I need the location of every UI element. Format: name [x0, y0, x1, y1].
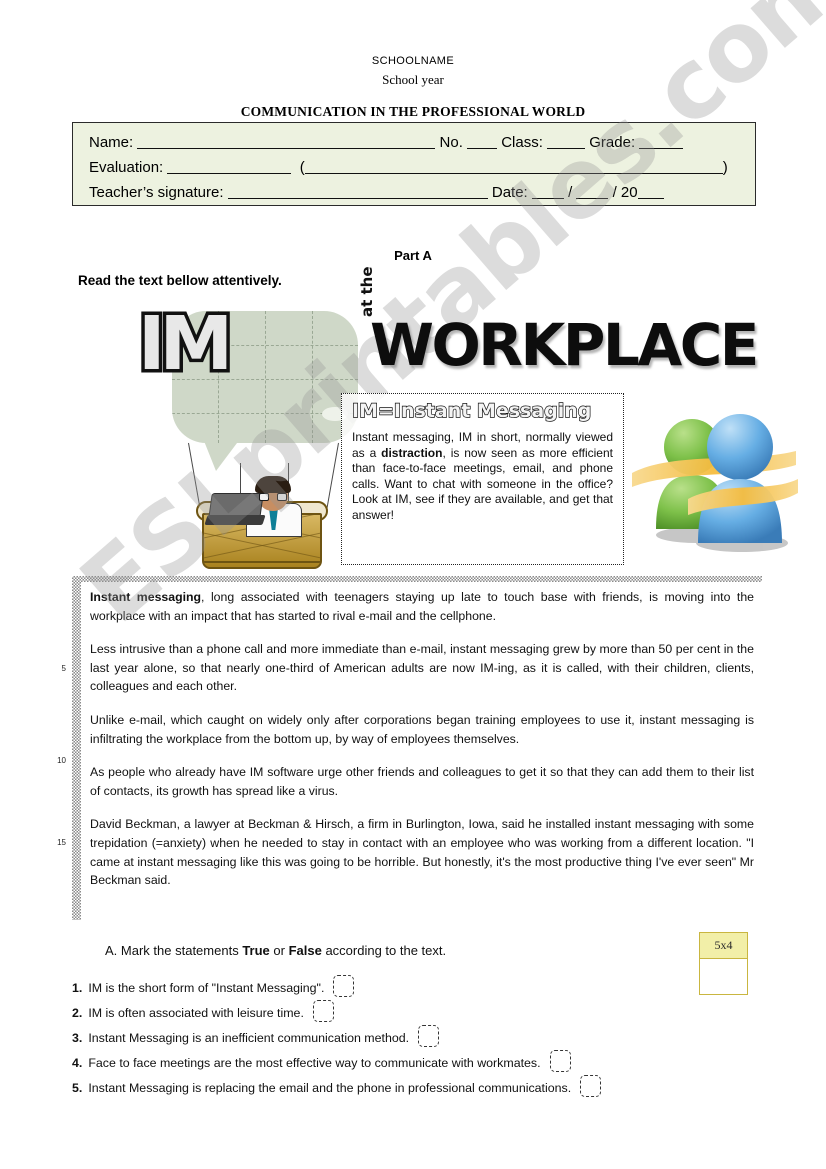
- reading-p1-bold: Instant messaging: [90, 590, 202, 604]
- no-label: No.: [439, 134, 463, 151]
- balloon-rope: [325, 442, 339, 514]
- evaluation-label: Evaluation:: [89, 159, 164, 176]
- definition-title: IM=Instant Messaging: [351, 399, 592, 422]
- date-year-prefix: / 20: [612, 184, 638, 201]
- true-false-checkbox[interactable]: [312, 1000, 334, 1022]
- document-title: COMMUNICATION IN THE PROFESSIONAL WORLD: [240, 104, 586, 119]
- id-row-name: Name: No. Class: Grade:: [89, 130, 739, 155]
- evaluation-comment-line[interactable]: [304, 159, 723, 174]
- score-box-value[interactable]: [700, 959, 747, 993]
- at-the-label: at the: [358, 266, 376, 317]
- article-header-graphic: IM at the WORKPLACE IM=Instant Messaging…: [130, 266, 810, 580]
- reading-paragraph-1: Instant messaging, long associated with …: [90, 588, 754, 625]
- exercise-a-prompt-or: or: [269, 943, 289, 958]
- definition-bold-word: distraction: [381, 445, 443, 460]
- date-year-line[interactable]: [637, 184, 664, 199]
- definition-paragraph: Instant messaging, IM in short, normally…: [352, 430, 613, 524]
- part-label: Part A: [394, 248, 432, 263]
- true-false-checkbox[interactable]: [418, 1025, 440, 1047]
- line-number: 5: [61, 664, 66, 673]
- line-number: 15: [57, 838, 66, 847]
- exercise-a-letter: A.: [105, 943, 118, 958]
- evaluation-paren-close: ): [722, 159, 728, 176]
- reading-paragraph-2: Less intrusive than a phone call and mor…: [90, 642, 754, 694]
- laptop-keyboard: [204, 515, 266, 525]
- id-row-signature: Teacher’s signature: Date: / / 20: [89, 180, 739, 205]
- statement-row: 5. Instant Messaging is replacing the ema…: [72, 1075, 602, 1097]
- class-input-line[interactable]: [547, 134, 586, 149]
- statement-text: Instant Messaging is an inefficient comm…: [88, 1031, 410, 1045]
- statement-row: 1. IM is the short form of "Instant Messa…: [72, 975, 355, 997]
- text-block-left-border: [72, 576, 81, 920]
- statement-text: Face to face meetings are the most effec…: [88, 1056, 541, 1070]
- reading-text-block: Instant messaging, long associated with …: [72, 576, 762, 924]
- grade-input-line[interactable]: [639, 134, 684, 149]
- score-box: 5x4: [699, 932, 748, 995]
- exercise-a-true-word: True: [242, 943, 270, 958]
- statement-row: 2. IM is often associated with leisure ti…: [72, 1000, 334, 1022]
- date-label: Date:: [491, 184, 528, 201]
- reading-paragraph-5: David Beckman, a lawyer at Beckman & Hir…: [90, 817, 754, 888]
- date-slash-1: /: [568, 184, 573, 201]
- evaluation-paren-open: (: [295, 159, 305, 176]
- statement-number: 1.: [72, 981, 83, 995]
- statement-row: 4. Face to face meetings are the most eff…: [72, 1050, 571, 1072]
- reading-instruction: Read the text bellow attentively.: [78, 273, 282, 288]
- grade-label: Grade:: [589, 134, 636, 151]
- signature-input-line[interactable]: [227, 184, 488, 199]
- statement-number: 3.: [72, 1031, 83, 1045]
- text-block-top-border: [72, 576, 762, 582]
- date-month-line[interactable]: [576, 184, 609, 199]
- statement-text: Instant Messaging is replacing the email…: [88, 1081, 572, 1095]
- student-identification-box: Name: No. Class: Grade: Evaluation: () T…: [72, 122, 756, 206]
- statement-number: 2.: [72, 1006, 83, 1020]
- signature-label: Teacher’s signature:: [89, 184, 224, 201]
- score-box-label: 5x4: [700, 933, 747, 959]
- id-row-evaluation: Evaluation: (): [89, 155, 739, 180]
- exercise-a-heading: A. Mark the statements True or False acc…: [105, 943, 446, 958]
- statement-text: IM is the short form of "Instant Messagi…: [88, 981, 325, 995]
- exercise-a-prompt-before: Mark the statements: [120, 943, 243, 958]
- class-label: Class:: [501, 134, 543, 151]
- im-definition-box: IM=Instant Messaging Instant messaging, …: [341, 393, 624, 565]
- workplace-headline: WORKPLACE: [370, 311, 759, 379]
- line-number: 10: [57, 756, 66, 765]
- reading-paragraph-3: Unlike e-mail, which caught on widely on…: [90, 712, 754, 746]
- true-false-checkbox[interactable]: [549, 1050, 571, 1072]
- name-label: Name:: [89, 134, 134, 151]
- no-input-line[interactable]: [467, 134, 498, 149]
- date-day-line[interactable]: [531, 184, 564, 199]
- true-false-checkbox[interactable]: [580, 1075, 602, 1097]
- statement-number: 5.: [72, 1081, 83, 1095]
- msn-messenger-icon: [630, 407, 798, 555]
- school-year: School year: [382, 72, 444, 87]
- im-logo-text: IM: [134, 301, 236, 387]
- reading-paragraph-4: As people who already have IM software u…: [90, 765, 754, 798]
- statement-number: 4.: [72, 1056, 83, 1070]
- businessman-glasses-icon: [259, 493, 287, 501]
- evaluation-input-line[interactable]: [167, 159, 292, 174]
- true-false-checkbox[interactable]: [333, 975, 355, 997]
- reading-text-content: Instant messaging, long associated with …: [90, 588, 754, 890]
- exercise-a-prompt-after: according to the text.: [321, 943, 447, 958]
- statement-text: IM is often associated with leisure time…: [88, 1006, 304, 1020]
- businessman-hair: [255, 476, 291, 493]
- exercise-a-false-word: False: [288, 943, 322, 958]
- statement-row: 3. Instant Messaging is an inefficient co…: [72, 1025, 440, 1047]
- name-input-line[interactable]: [137, 134, 436, 149]
- school-name: SCHOOLNAME: [371, 55, 455, 67]
